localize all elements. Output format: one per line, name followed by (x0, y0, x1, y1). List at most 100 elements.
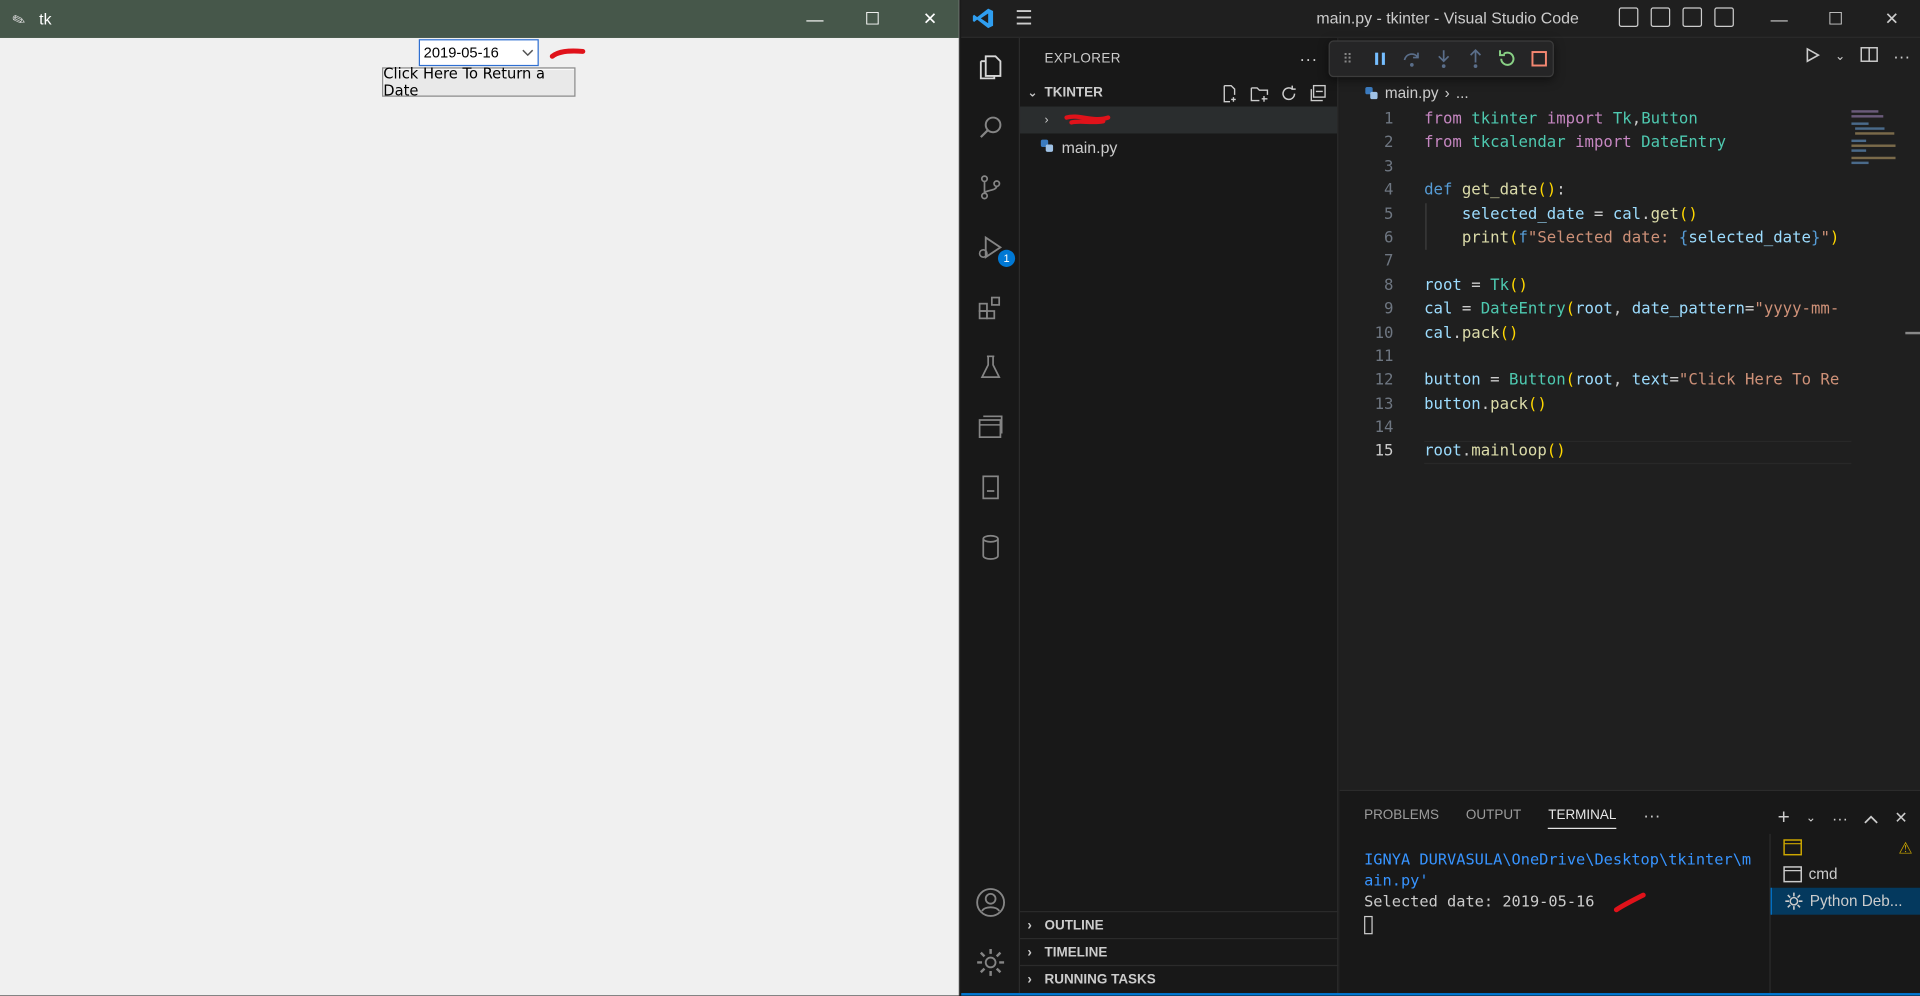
code-line: 3 (1384, 157, 1394, 177)
maximize-icon[interactable]: ☐ (1807, 0, 1863, 38)
code-line: 8 root = Tk() (1384, 276, 1528, 295)
chevron-down-icon[interactable]: ⌄ (1835, 50, 1845, 63)
status-bar-strip (961, 993, 1920, 996)
new-terminal-icon[interactable]: + (1778, 806, 1790, 830)
drag-handle-icon[interactable]: ⠿ (1337, 48, 1358, 69)
settings-gear-icon[interactable] (971, 943, 1010, 982)
tab-problems[interactable]: PROBLEMS (1364, 808, 1439, 823)
step-into-icon[interactable] (1433, 48, 1454, 69)
code-line: 7 (1384, 252, 1394, 272)
customize-layout-icon[interactable] (1714, 7, 1734, 27)
chevron-right-icon: › (1027, 917, 1032, 933)
close-panel-icon[interactable]: ✕ (1894, 808, 1907, 828)
chevron-down-icon[interactable] (518, 40, 538, 64)
minimize-icon[interactable]: — (1751, 0, 1807, 38)
code-line: 10 cal.pack() (1374, 323, 1519, 343)
extensions-icon[interactable] (971, 288, 1010, 327)
debug-gear-icon (1785, 892, 1803, 910)
file-item-main-py[interactable]: main.py (1020, 133, 1337, 160)
python-file-icon (1040, 138, 1062, 156)
split-editor-icon[interactable] (1860, 45, 1878, 67)
chevron-right-icon: › (1444, 84, 1450, 102)
close-icon[interactable]: ✕ (1864, 0, 1920, 38)
toggle-primary-sidebar-icon[interactable] (1618, 7, 1639, 27)
activity-bar: 1 (961, 37, 1021, 996)
more-tabs-icon[interactable]: ··· (1643, 806, 1660, 826)
close-icon[interactable]: ✕ (901, 0, 959, 38)
running-tasks-label: RUNNING TASKS (1044, 971, 1156, 987)
code-line: 4 def get_date(): (1384, 181, 1566, 200)
remote-explorer-icon[interactable] (971, 408, 1010, 447)
chevron-right-icon: › (1044, 113, 1049, 127)
terminal-item-python-debug[interactable]: Python Deb... (1770, 887, 1920, 915)
bookmark-panel-icon[interactable] (971, 468, 1010, 507)
source-control-icon[interactable] (971, 168, 1010, 207)
maximize-icon[interactable]: ☐ (844, 0, 902, 38)
more-actions-icon[interactable]: ··· (1299, 49, 1317, 69)
python-file-icon (1365, 86, 1378, 100)
code-line: 12 button = Button(root, text="Click Here… (1374, 371, 1840, 390)
tk-feather-icon: ✎ (9, 8, 29, 31)
chevron-right-icon: › (1027, 944, 1032, 960)
new-folder-icon[interactable] (1249, 83, 1269, 103)
chevron-down-icon[interactable]: ⌄ (1806, 811, 1816, 824)
file-name: main.py (1061, 137, 1118, 157)
more-actions-icon[interactable]: ··· (1893, 47, 1910, 67)
bottom-panel: PROBLEMS OUTPUT TERMINAL ··· + ⌄ ··· ✕ I… (1339, 789, 1920, 996)
scrollbar-marker (1905, 331, 1920, 335)
toggle-secondary-sidebar-icon[interactable] (1682, 7, 1703, 27)
editor-area: ⌄ ··· main.py › ... 1 from tkinter import… (1339, 37, 1920, 790)
terminal-icon (1783, 866, 1802, 883)
search-icon[interactable] (971, 108, 1010, 147)
terminal-name: cmd (1808, 865, 1838, 883)
breadcrumb-file: main.py (1384, 84, 1439, 102)
tk-titlebar[interactable]: ✎ tk — ☐ ✕ (0, 0, 959, 38)
warning-icon: ⚠ (1898, 838, 1913, 858)
code-line: 2 from tkcalendar import DateEntry (1384, 133, 1727, 153)
hamburger-menu-icon[interactable]: ☰ (1015, 6, 1044, 30)
collapse-all-icon[interactable] (1308, 83, 1328, 103)
tab-output[interactable]: OUTPUT (1466, 808, 1521, 823)
chevron-right-icon: › (1027, 971, 1032, 987)
red-redaction-mark (1064, 114, 1111, 125)
folder-item-redacted[interactable]: › (1020, 106, 1338, 134)
breadcrumb[interactable]: main.py › ... (1364, 84, 1469, 102)
new-file-icon[interactable] (1220, 83, 1240, 103)
restart-icon[interactable] (1496, 48, 1517, 69)
return-date-button[interactable]: Click Here To Return a Date (382, 65, 576, 99)
terminal-name: Python Deb... (1809, 892, 1903, 910)
explorer-header: EXPLORER ··· (1020, 38, 1337, 80)
step-out-icon[interactable] (1465, 48, 1486, 69)
refresh-icon[interactable] (1278, 83, 1298, 103)
stop-icon[interactable] (1528, 48, 1549, 69)
folder-section-header[interactable]: ⌄ TKINTER (1020, 80, 1337, 107)
red-annotation-mark (549, 48, 586, 59)
tab-terminal[interactable]: TERMINAL (1548, 802, 1617, 829)
database-icon[interactable] (971, 528, 1010, 567)
pause-icon[interactable] (1369, 48, 1390, 69)
red-annotation-mark (1613, 892, 1646, 913)
code-editor[interactable]: 1 from tkinter import Tk,Button 2 from tkc… (1340, 108, 1920, 465)
minimize-icon[interactable]: — (786, 0, 844, 38)
explorer-icon[interactable] (971, 48, 1010, 87)
timeline-section[interactable]: › TIMELINE (1020, 937, 1339, 965)
step-over-icon[interactable] (1401, 48, 1422, 69)
outline-section[interactable]: › OUTLINE (1020, 911, 1339, 938)
accounts-icon[interactable] (971, 883, 1010, 922)
minimap[interactable] (1851, 108, 1912, 181)
terminal-item-cmd[interactable]: cmd (1771, 861, 1920, 888)
run-and-debug-icon[interactable]: 1 (971, 228, 1016, 267)
testing-flask-icon[interactable] (971, 348, 1010, 387)
breadcrumb-symbols: ... (1455, 84, 1469, 102)
date-entry-field[interactable]: 2019-05-16 (418, 39, 539, 67)
terminal-output[interactable]: IGNYA DURVASULA\OneDrive\Desktop\tkinter… (1364, 850, 1753, 935)
run-python-file-icon[interactable] (1803, 46, 1820, 67)
running-tasks-section[interactable]: › RUNNING TASKS (1020, 964, 1339, 992)
debug-badge: 1 (997, 249, 1016, 267)
more-actions-icon[interactable]: ··· (1832, 809, 1848, 827)
code-line: 11 (1374, 347, 1394, 367)
maximize-panel-icon[interactable] (1864, 809, 1879, 827)
toggle-panel-icon[interactable] (1650, 7, 1671, 27)
timeline-label: TIMELINE (1044, 944, 1108, 960)
debug-toolbar: ⠿ (1328, 40, 1554, 78)
